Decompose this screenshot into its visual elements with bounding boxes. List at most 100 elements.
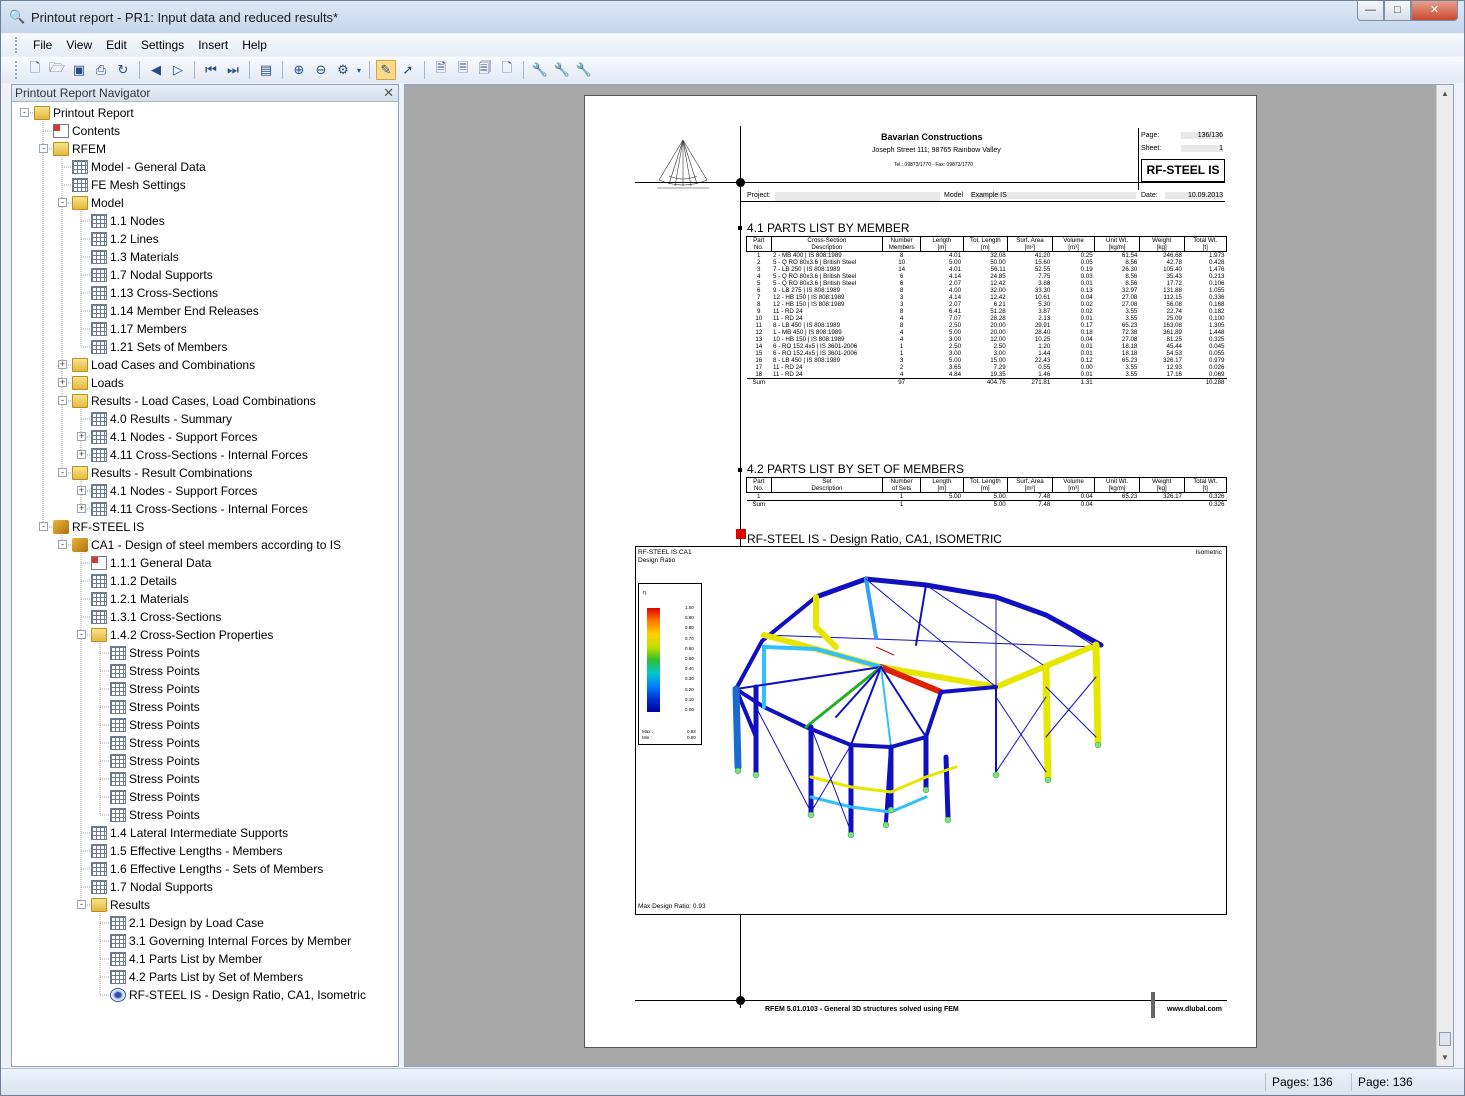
collapse-icon[interactable]: -	[58, 468, 67, 477]
tree-item[interactable]: 4.1 Nodes - Support Forces	[91, 482, 257, 500]
tree-item[interactable]: 4.11 Cross-Sections - Internal Forces	[91, 446, 308, 464]
collapse-icon[interactable]: -	[39, 144, 48, 153]
menu-file[interactable]: File	[26, 38, 59, 52]
print-icon[interactable]: ⎙	[91, 60, 111, 80]
tree-item[interactable]: Stress Points	[110, 680, 200, 698]
tree-item[interactable]: 4.11 Cross-Sections - Internal Forces	[91, 500, 308, 518]
zoom-in-icon[interactable]: ⊕	[289, 60, 309, 80]
tree-item[interactable]: 1.3 Materials	[91, 248, 179, 266]
page-setup-icon[interactable]: ▤	[256, 60, 276, 80]
tree-item[interactable]: 1.5 Effective Lengths - Members	[91, 842, 283, 860]
tree-item[interactable]: Stress Points	[110, 698, 200, 716]
tree-item[interactable]: Stress Points	[110, 770, 200, 788]
tree-item[interactable]: 1.2 Lines	[91, 230, 159, 248]
tree-item[interactable]: 1.4.2 Cross-Section Properties	[91, 626, 273, 644]
forward-icon[interactable]: ▷	[168, 60, 188, 80]
insert-graphic-icon[interactable]: 🗐	[475, 60, 495, 80]
tool-3-icon[interactable]: 🔧	[574, 60, 594, 80]
tree-item[interactable]: 4.0 Results - Summary	[91, 410, 232, 428]
tree-item[interactable]: 4.2 Parts List by Set of Members	[110, 968, 303, 986]
tree-item[interactable]: FE Mesh Settings	[72, 176, 186, 194]
tree-item[interactable]: CA1 - Design of steel members according …	[72, 536, 341, 554]
expand-icon[interactable]: +	[77, 486, 86, 495]
insert-page-icon[interactable]: 🗎	[431, 60, 451, 80]
scroll-up-icon[interactable]: ▲	[1437, 85, 1453, 102]
tree-item[interactable]: RFEM	[53, 140, 106, 158]
tree-item[interactable]: RF-STEEL IS	[53, 518, 144, 536]
collapse-icon[interactable]: -	[58, 396, 67, 405]
collapse-icon[interactable]: -	[58, 198, 67, 207]
tree-item[interactable]: 1.2.1 Materials	[91, 590, 189, 608]
tree-item[interactable]: Model - General Data	[72, 158, 206, 176]
tree-item[interactable]: 1.1.2 Details	[91, 572, 177, 590]
expand-icon[interactable]: +	[58, 378, 67, 387]
insert-text-icon[interactable]: 🗏	[453, 60, 473, 80]
menu-insert[interactable]: Insert	[191, 38, 235, 52]
expand-icon[interactable]: +	[58, 360, 67, 369]
collapse-icon[interactable]: -	[77, 630, 86, 639]
close-icon[interactable]: ✕	[383, 85, 394, 101]
tree-item[interactable]: Results - Load Cases, Load Combinations	[72, 392, 316, 410]
menu-view[interactable]: View	[59, 38, 99, 52]
tree-item[interactable]: 1.14 Member End Releases	[91, 302, 259, 320]
new-icon[interactable]: 🗋	[25, 60, 45, 80]
settings-icon[interactable]: ⚙	[333, 60, 353, 80]
tree-item[interactable]: Stress Points	[110, 806, 200, 824]
tree-item[interactable]: RF-STEEL IS - Design Ratio, CA1, Isometr…	[110, 986, 366, 1004]
zoom-out-icon[interactable]: ⊖	[311, 60, 331, 80]
pointer-tool-icon[interactable]: ➚	[398, 60, 418, 80]
menu-edit[interactable]: Edit	[99, 38, 134, 52]
toolbar-grip[interactable]	[15, 61, 18, 79]
tree-item[interactable]: 1.3.1 Cross-Sections	[91, 608, 221, 626]
tree-item[interactable]: 1.1.1 General Data	[91, 554, 211, 572]
expand-icon[interactable]: +	[77, 432, 86, 441]
menu-help[interactable]: Help	[235, 38, 274, 52]
tree-item[interactable]: 1.4 Lateral Intermediate Supports	[91, 824, 288, 842]
save-icon[interactable]: ▣	[69, 60, 89, 80]
tree-item[interactable]: 1.7 Nodal Supports	[91, 878, 213, 896]
tree-item[interactable]: 1.6 Effective Lengths - Sets of Members	[91, 860, 323, 878]
menubar-grip[interactable]	[15, 37, 18, 53]
tree-item[interactable]: Stress Points	[110, 644, 200, 662]
minimize-button[interactable]: —	[1357, 1, 1384, 21]
last-page-icon[interactable]: ⏭	[223, 60, 243, 80]
tree-item[interactable]: Loads	[72, 374, 124, 392]
vertical-scrollbar[interactable]: ▲ ▼	[1436, 85, 1453, 1066]
first-page-icon[interactable]: ⏮	[201, 60, 221, 80]
tree-item[interactable]: 1.21 Sets of Members	[91, 338, 227, 356]
tree-item[interactable]: Results	[91, 896, 150, 914]
close-button[interactable]: ✕	[1411, 1, 1458, 21]
collapse-icon[interactable]: -	[58, 540, 67, 549]
export-icon[interactable]: 🔧	[530, 60, 550, 80]
back-icon[interactable]: ◀	[146, 60, 166, 80]
scroll-thumb[interactable]	[1439, 1032, 1451, 1046]
tree-item[interactable]: 3.1 Governing Internal Forces by Member	[110, 932, 351, 950]
menu-settings[interactable]: Settings	[134, 38, 191, 52]
tree-item[interactable]: 4.1 Parts List by Member	[110, 950, 262, 968]
tree-item[interactable]: Stress Points	[110, 662, 200, 680]
tree-item[interactable]: 1.17 Members	[91, 320, 187, 338]
tree-item[interactable]: Load Cases and Combinations	[72, 356, 255, 374]
tree-item[interactable]: Model	[72, 194, 124, 212]
tree-item[interactable]: 1.1 Nodes	[91, 212, 165, 230]
scroll-down-icon[interactable]: ▼	[1437, 1049, 1453, 1066]
tree-item[interactable]: 2.1 Design by Load Case	[110, 914, 264, 932]
dropdown-arrow-icon[interactable]: ▾	[355, 60, 363, 80]
collapse-icon[interactable]: -	[20, 108, 29, 117]
tree-item[interactable]: 1.7 Nodal Supports	[91, 266, 213, 284]
tree-item[interactable]: Stress Points	[110, 752, 200, 770]
expand-icon[interactable]: +	[77, 450, 86, 459]
collapse-icon[interactable]: -	[39, 522, 48, 531]
open-icon[interactable]: 🗁	[47, 60, 67, 80]
expand-icon[interactable]: +	[77, 504, 86, 513]
maximize-button[interactable]: □	[1384, 1, 1411, 21]
tool-2-icon[interactable]: 🔧	[552, 60, 572, 80]
insert-blank-icon[interactable]: 🗋	[497, 60, 517, 80]
tree-item[interactable]: Stress Points	[110, 734, 200, 752]
tree-item[interactable]: Contents	[53, 122, 120, 140]
tree-item[interactable]: Results - Result Combinations	[72, 464, 252, 482]
tree-item[interactable]: Printout Report	[34, 104, 134, 122]
tree-item[interactable]: Stress Points	[110, 716, 200, 734]
tree-item[interactable]: 1.13 Cross-Sections	[91, 284, 218, 302]
tree-item[interactable]: 4.1 Nodes - Support Forces	[91, 428, 257, 446]
